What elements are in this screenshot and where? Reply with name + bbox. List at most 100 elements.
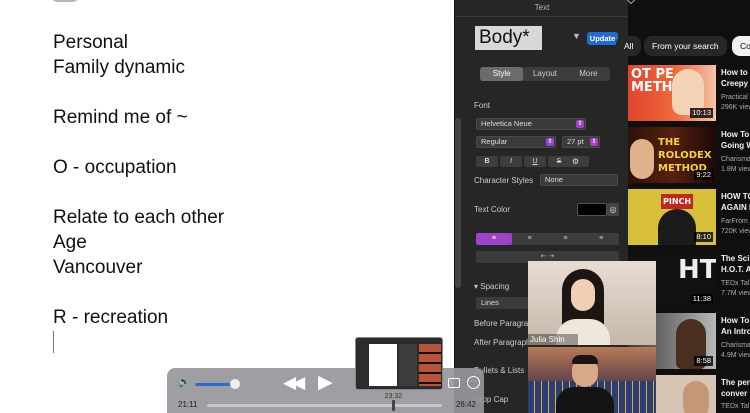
video-channel[interactable]: FarFrom (721, 217, 748, 226)
chevron-down-icon[interactable]: ▼ (572, 31, 581, 41)
inspector-scrollbar[interactable] (455, 118, 461, 288)
video-title-cont[interactable]: An Intro (721, 326, 750, 337)
doc-line[interactable]: Personal (53, 31, 128, 55)
video-title-cont[interactable]: H.O.T. A (721, 264, 750, 275)
filter-chips: All From your search Co (616, 36, 750, 56)
font-family-value: Helvetica Neue (481, 119, 532, 128)
face-image (683, 381, 709, 413)
paragraph-style-name[interactable]: Body* (475, 26, 542, 50)
silhouette-image (658, 209, 696, 245)
more-options-icon[interactable]: ··· (467, 376, 480, 389)
underline-button[interactable]: U (524, 156, 546, 167)
text-color-label: Text Color (474, 205, 511, 214)
preview-panel (399, 344, 417, 386)
text-caret (53, 331, 54, 353)
video-views: 1.8M views (721, 166, 750, 173)
alignment-buttons: ≡ ≡ ≡ ≡ (476, 233, 619, 245)
airplay-icon[interactable] (448, 378, 460, 388)
thumbnail-text: PINCH (661, 194, 694, 209)
doc-line[interactable]: Vancouver (53, 256, 142, 280)
video-duration: 9:22 (694, 170, 713, 180)
doc-line[interactable]: O - occupation (53, 156, 177, 180)
video-title-cont[interactable]: conver (721, 388, 747, 399)
line-spacing-select[interactable]: Lines (476, 297, 531, 309)
rewind-icon[interactable]: ◀◀ (283, 373, 305, 393)
stepper-icon[interactable]: ⇕ (590, 138, 598, 146)
doc-line[interactable]: Family dynamic (53, 56, 185, 80)
doc-line[interactable]: Remind me of ~ (53, 106, 188, 130)
video-title[interactable]: How To (721, 129, 749, 140)
update-style-button[interactable]: Update (587, 32, 618, 45)
topbar-icons (626, 0, 750, 6)
preview-videos (419, 344, 441, 386)
tab-layout[interactable]: Layout (523, 67, 566, 81)
align-center-icon[interactable]: ≡ (512, 233, 548, 245)
video-channel[interactable]: TEDx Tal (721, 402, 749, 411)
video-title-cont[interactable]: Creepy (721, 78, 748, 89)
inspector-tabs: Style Layout More (480, 67, 610, 81)
video-title[interactable]: The Sci (721, 253, 749, 264)
video-title[interactable]: The per (721, 377, 750, 388)
spacing-section[interactable]: ▾ Spacing (474, 282, 509, 291)
character-styles-select[interactable]: None (540, 174, 618, 186)
tab-more[interactable]: More (567, 67, 610, 81)
chip-all[interactable]: All (616, 36, 642, 56)
video-duration: 8:10 (694, 232, 713, 242)
gear-icon[interactable]: ⚙ (562, 156, 589, 167)
align-left-icon[interactable]: ≡ (476, 233, 512, 245)
text-format-buttons: B I U S (476, 156, 570, 167)
video-views: 4.9M views (721, 352, 750, 359)
bold-button[interactable]: B (476, 156, 498, 167)
font-family-select[interactable]: Helvetica Neue ⇕ (476, 118, 586, 130)
play-icon[interactable]: ▶ (318, 371, 333, 394)
facetime-tile-self[interactable] (528, 347, 656, 413)
video-channel[interactable]: Charisma (721, 341, 750, 350)
video-channel[interactable]: TEDx Tal (721, 279, 749, 288)
facetime-tile-remote[interactable]: Julia Shin (528, 261, 656, 345)
volume-icon[interactable]: 🔈 (178, 377, 190, 388)
chip-from-your-search[interactable]: From your search (644, 36, 727, 56)
video-thumbnail[interactable]: OT PE METHOD 10:13 (628, 65, 716, 121)
color-wheel-icon[interactable]: ◎ (607, 203, 619, 216)
seek-playhead[interactable] (391, 400, 395, 411)
video-channel[interactable]: Charisma (721, 155, 750, 164)
doc-line[interactable]: Age (53, 231, 87, 255)
spacing-label: Spacing (480, 282, 510, 291)
tab-style[interactable]: Style (480, 67, 524, 81)
font-weight-select[interactable]: Regular ⇕ (476, 136, 556, 148)
inspector-title: Text (534, 3, 550, 12)
caller-name: Julia Shin (528, 334, 578, 345)
font-size-field[interactable]: 27 pt ⇕ (562, 136, 600, 148)
volume-knob[interactable] (229, 379, 240, 389)
popup-arrows-icon: ⇕ (576, 120, 584, 128)
align-right-icon[interactable]: ≡ (548, 233, 584, 245)
character-styles-label: Character Styles (474, 176, 534, 185)
video-channel[interactable]: Practical (721, 93, 748, 102)
hover-time: 23:32 (384, 393, 403, 400)
video-thumbnail[interactable]: PINCH 8:10 (628, 189, 716, 245)
doc-line[interactable]: R - recreation (53, 306, 168, 330)
video-title-cont[interactable]: Going W (721, 140, 750, 151)
text-color-well[interactable] (577, 203, 607, 216)
popup-arrows-icon: ⇕ (546, 138, 554, 146)
video-title[interactable]: How to (721, 67, 748, 78)
seek-bar[interactable] (207, 404, 442, 407)
video-duration: 10:13 (690, 108, 713, 118)
face-image (571, 279, 595, 311)
doc-line[interactable]: Relate to each other (53, 206, 224, 230)
character-styles-value: None (545, 175, 563, 184)
preview-document (369, 344, 397, 386)
video-title[interactable]: HOW TO (721, 191, 750, 202)
align-justify-icon[interactable]: ≡ (583, 233, 619, 245)
video-title[interactable]: How To (721, 315, 749, 326)
video-duration: 8:58 (694, 356, 713, 366)
font-size-value: 27 pt (567, 137, 584, 146)
italic-button[interactable]: I (500, 156, 522, 167)
chip-more[interactable]: Co (732, 36, 750, 56)
video-thumbnail[interactable]: THE ROLODEX METHOD 9:22 (628, 127, 716, 183)
notification-icon[interactable] (626, 0, 636, 5)
video-views: 720K views (721, 228, 750, 235)
video-title-cont[interactable]: AGAIN I (721, 202, 750, 213)
hair-shape (572, 355, 598, 364)
font-weight-value: Regular (481, 137, 508, 146)
